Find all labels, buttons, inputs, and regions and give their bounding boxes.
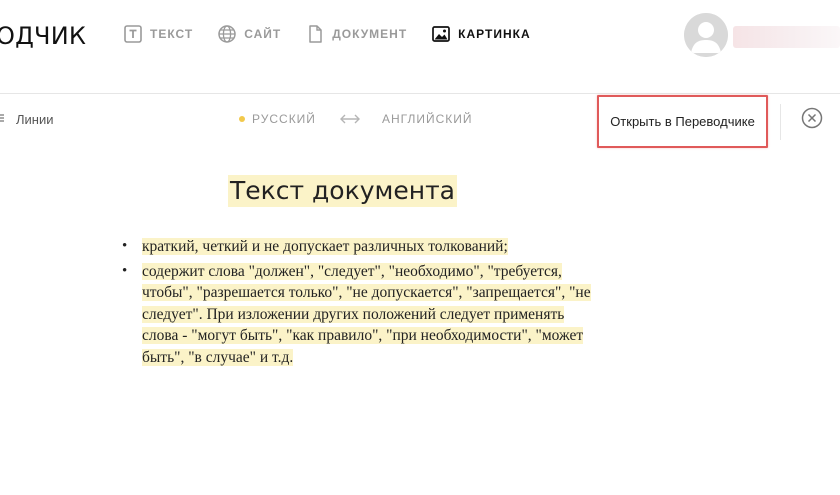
list-item-text: содержит слова "должен", "следует", "нео… [142,262,591,366]
app-header: ОДЧИК ТЕКСТ САЙТ ДОКУМЕНТ КАРТИНКА [0,0,840,94]
nav-tab-text-label: ТЕКСТ [150,27,194,41]
text-icon [124,25,142,43]
open-in-translator-button[interactable]: Открыть в Переводчике [597,95,768,148]
lines-toggle[interactable]: Линии [16,112,54,127]
open-in-translator-label: Открыть в Переводчике [610,114,755,129]
document-title: Текст документа [228,175,457,207]
source-language-selector[interactable]: РУССКИЙ [252,112,316,126]
close-circle-icon[interactable] [801,107,823,129]
mode-nav: ТЕКСТ САЙТ ДОКУМЕНТ КАРТИНКА [123,24,555,44]
list-item: • содержит слова "должен", "следует", "н… [122,261,602,369]
username-redacted[interactable] [733,26,840,48]
list-item-text: краткий, четкий и не допускает различных… [142,238,508,255]
nav-tab-image[interactable]: КАРТИНКА [431,24,530,44]
nav-tab-text[interactable]: ТЕКСТ [123,24,193,44]
document-bullet-list: • краткий, четкий и не допускает различн… [122,236,602,371]
nav-tab-image-label: КАРТИНКА [458,27,531,41]
bullet-marker: • [122,238,128,254]
swap-arrows-icon[interactable] [339,112,361,126]
target-language-selector[interactable]: АНГЛИЙСКИЙ [382,112,473,126]
bullet-marker: • [122,262,128,279]
globe-icon [218,25,236,43]
brand-logo-text[interactable]: ОДЧИК [0,22,86,50]
nav-tab-site-label: САЙТ [244,27,282,41]
nav-tab-document-label: ДОКУМЕНТ [332,27,408,41]
list-item: • краткий, четкий и не допускает различн… [122,236,602,258]
lines-icon[interactable] [0,113,5,123]
document-icon [309,25,322,43]
nav-tab-site[interactable]: САЙТ [217,24,281,44]
source-language-dot [239,116,245,122]
toolbar-divider [780,104,781,140]
nav-tab-document[interactable]: ДОКУМЕНТ [305,24,407,44]
user-avatar[interactable] [684,13,728,57]
translation-toolbar: Линии РУССКИЙ АНГЛИЙСКИЙ Открыть в Перев… [0,94,840,148]
user-avatar-icon [684,13,728,57]
image-icon [432,26,451,42]
